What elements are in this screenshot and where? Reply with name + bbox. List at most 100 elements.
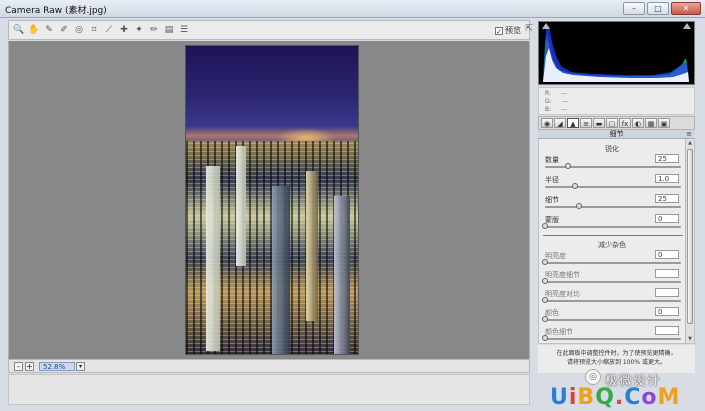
spot-removal-tool-icon[interactable]: ✚	[118, 24, 130, 36]
slider-track[interactable]	[545, 203, 681, 209]
slider-track[interactable]	[545, 183, 681, 189]
tab-lens-corrections-icon[interactable]: ▢	[606, 118, 618, 128]
noise-reduction-title: 减少杂色	[598, 241, 626, 249]
rgb-readout: R: --- G: --- B: ---	[538, 87, 695, 115]
zoom-out-button[interactable]: -	[14, 362, 23, 371]
fullscreen-icon[interactable]: ⇱	[523, 23, 535, 36]
scroll-down-icon[interactable]: ▼	[687, 336, 693, 343]
title-bar: Camera Raw (素材.jpg) – □ ✕	[0, 0, 705, 18]
panel-title-text: 细节	[609, 130, 624, 138]
readout-r: R: ---	[545, 90, 568, 97]
slider-value-field[interactable]	[655, 269, 679, 278]
white-balance-tool-icon[interactable]: ✎	[43, 24, 55, 36]
image-building	[236, 146, 246, 266]
minimize-button[interactable]: –	[623, 2, 645, 15]
panel-menu-icon[interactable]: ≡	[686, 130, 692, 138]
slider-value-field[interactable]	[655, 326, 679, 335]
brand-text: UiBQ.CoM	[550, 385, 680, 410]
zoom-tool-icon[interactable]: 🔍	[13, 24, 25, 36]
status-bar	[8, 374, 530, 405]
tool-bar: 🔍 ✋ ✎ ✐ ◎ ⌗ ⟋ ✚ ✦ ✏ ▤ ☰ ✓ 预览 ⇱	[8, 20, 533, 40]
preview-label: 预览	[505, 26, 521, 35]
color-sampler-tool-icon[interactable]: ✐	[58, 24, 70, 36]
slider-value-field[interactable]: 0	[655, 307, 679, 316]
slider-value-field[interactable]	[655, 288, 679, 297]
tab-camera-calibration-icon[interactable]: ◐	[632, 118, 644, 128]
tool-group: 🔍 ✋ ✎ ✐ ◎ ⌗ ⟋ ✚ ✦ ✏ ▤ ☰	[13, 24, 190, 36]
sharpening-title: 锐化	[605, 145, 619, 153]
slider-label: 半径	[545, 176, 559, 184]
slider-label: 明亮度	[545, 252, 566, 260]
preview-canvas[interactable]	[8, 41, 530, 359]
readout-b: B: ---	[545, 106, 568, 113]
preview-toggle[interactable]: ✓ 预览	[495, 25, 521, 36]
tab-presets-icon[interactable]: ▦	[645, 118, 657, 128]
image-building	[334, 196, 350, 354]
slider-thumb[interactable]	[542, 223, 548, 229]
shadow-clipping-icon[interactable]	[542, 23, 550, 29]
targeted-adjustment-tool-icon[interactable]: ◎	[73, 24, 85, 36]
tab-effects-icon[interactable]: fx	[619, 118, 631, 128]
close-button[interactable]: ✕	[671, 2, 701, 15]
slider-value-field[interactable]: 0	[655, 250, 679, 259]
slider-label: 细节	[545, 196, 559, 204]
graduated-filter-tool-icon[interactable]: ▤	[163, 24, 175, 36]
preview-checkbox[interactable]: ✓	[495, 26, 503, 36]
tab-basic-icon[interactable]: ◉	[541, 118, 553, 128]
hint-line-1: 在此面板中调整控件时，为了使预览更精确，	[556, 350, 677, 357]
brand-letter: .	[614, 385, 625, 410]
window-title: Camera Raw (素材.jpg)	[5, 6, 107, 16]
slider-track[interactable]	[542, 297, 681, 303]
brand-letter: C	[624, 385, 642, 410]
scroll-thumb[interactable]	[687, 149, 693, 324]
slider-thumb[interactable]	[565, 163, 572, 169]
straighten-tool-icon[interactable]: ⟋	[103, 24, 115, 36]
tab-tone-curve-icon[interactable]: ◢	[554, 118, 566, 128]
panel-scrollbar[interactable]: ▲ ▼	[685, 139, 694, 343]
slider-track[interactable]	[542, 335, 681, 341]
slider-thumb[interactable]	[571, 183, 578, 189]
preferences-tool-icon[interactable]: ☰	[178, 24, 190, 36]
slider-track[interactable]	[545, 163, 681, 169]
tab-detail-icon[interactable]: ▲	[567, 118, 579, 128]
slider-label: 颜色细节	[545, 328, 573, 336]
hand-tool-icon[interactable]: ✋	[28, 24, 40, 36]
adjustment-brush-tool-icon[interactable]: ✏	[148, 24, 160, 36]
brand-letter: B	[577, 385, 596, 410]
slider-track[interactable]	[542, 316, 681, 322]
tab-hsl-icon[interactable]: ≡	[580, 118, 592, 128]
zoom-level-field[interactable]: 52.8%	[39, 362, 75, 371]
slider-value-field[interactable]: 25	[655, 194, 679, 203]
slider-track[interactable]	[542, 259, 681, 265]
brand-letter: Q	[595, 385, 615, 410]
slider-thumb[interactable]	[542, 335, 548, 341]
image-building	[206, 166, 220, 351]
slider-label: 明亮度细节	[545, 271, 580, 279]
slider-value-field[interactable]: 25	[655, 154, 679, 163]
tab-split-toning-icon[interactable]: ▬	[593, 118, 605, 128]
detail-panel: 锐化 数量 25 半径 1.0 细节 25 蒙版 0 减少杂色 明亮度 0 明亮度细节 明亮度对比颜…	[538, 139, 695, 344]
highlight-clipping-icon[interactable]	[683, 23, 691, 29]
slider-track[interactable]	[542, 278, 681, 284]
red-eye-tool-icon[interactable]: ✦	[133, 24, 145, 36]
image-building	[272, 186, 290, 354]
zoom-dropdown-icon[interactable]: ▾	[76, 362, 85, 371]
slider-value-field[interactable]: 1.0	[655, 174, 679, 183]
slider-thumb[interactable]	[576, 203, 582, 209]
image-building	[306, 171, 318, 321]
crop-tool-icon[interactable]: ⌗	[88, 24, 100, 36]
preview-image	[185, 45, 359, 355]
panel-tabs: ◉ ◢ ▲ ≡ ▬ ▢ fx ◐ ▦ ▣	[538, 116, 695, 130]
slider-thumb[interactable]	[542, 259, 548, 265]
zoom-in-button[interactable]: +	[25, 362, 34, 371]
slider-track[interactable]	[542, 223, 681, 229]
slider-thumb[interactable]	[542, 316, 548, 322]
tab-snapshots-icon[interactable]: ▣	[658, 118, 670, 128]
slider-thumb[interactable]	[542, 278, 548, 284]
scroll-up-icon[interactable]: ▲	[687, 140, 693, 147]
window-controls: – □ ✕	[623, 2, 701, 15]
slider-thumb[interactable]	[542, 297, 548, 303]
slider-value-field[interactable]: 0	[655, 214, 679, 223]
zoom-bar: - + 52.8% ▾	[8, 359, 530, 373]
maximize-button[interactable]: □	[647, 2, 669, 15]
